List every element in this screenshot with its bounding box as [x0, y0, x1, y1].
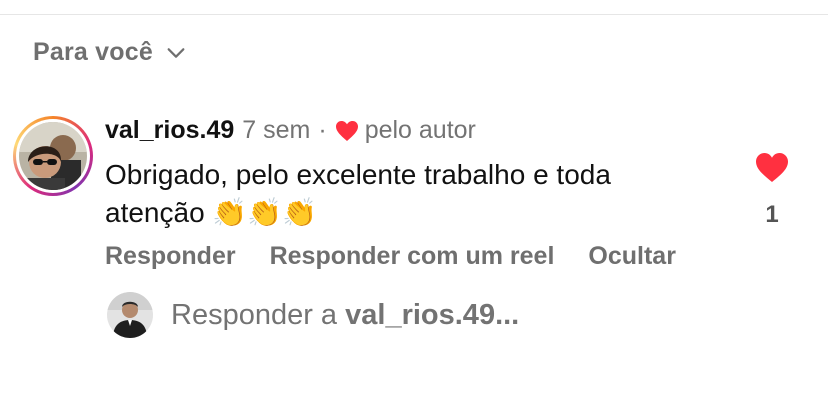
comment-username[interactable]: val_rios.49: [105, 116, 234, 145]
comment-body: Obrigado, pelo excelente trabalho e toda…: [105, 156, 705, 232]
comment-text: Obrigado, pelo excelente trabalho e toda…: [105, 159, 611, 228]
liked-by-author-label: pelo autor: [364, 116, 476, 144]
reply-with-reel-button[interactable]: Responder com um reel: [270, 242, 555, 271]
like-count: 1: [765, 201, 779, 228]
liked-by-author-heart-icon: [335, 120, 358, 141]
avatar-photo: [19, 122, 87, 190]
sort-label: Para você: [33, 38, 153, 66]
hide-button[interactable]: Ocultar: [588, 242, 676, 271]
reply-prefix: Responder a: [171, 298, 338, 331]
reply-target-username: val_rios.49...: [345, 298, 520, 331]
current-user-avatar: [107, 292, 153, 338]
reply-placeholder: Responder a val_rios.49...: [171, 299, 519, 332]
reply-input[interactable]: Responder a val_rios.49...: [107, 292, 519, 338]
top-divider: [0, 14, 828, 15]
commenter-avatar[interactable]: [13, 116, 93, 196]
comment-actions: Responder Responder com um reel Ocultar: [105, 242, 676, 271]
chevron-down-icon: [167, 47, 185, 58]
like-heart-icon[interactable]: [755, 152, 789, 184]
comment-meta: val_rios.49 7 sem · pelo autor: [105, 116, 476, 145]
meta-separator: ·: [318, 116, 327, 144]
clap-emoji: 👏: [282, 197, 318, 228]
clap-emoji: 👏: [247, 197, 283, 228]
clap-emoji: 👏: [212, 197, 248, 228]
reply-button[interactable]: Responder: [105, 242, 236, 271]
sort-dropdown[interactable]: Para você: [33, 38, 187, 67]
avatar-inner: [16, 119, 90, 193]
comment-time: 7 sem: [242, 116, 311, 144]
